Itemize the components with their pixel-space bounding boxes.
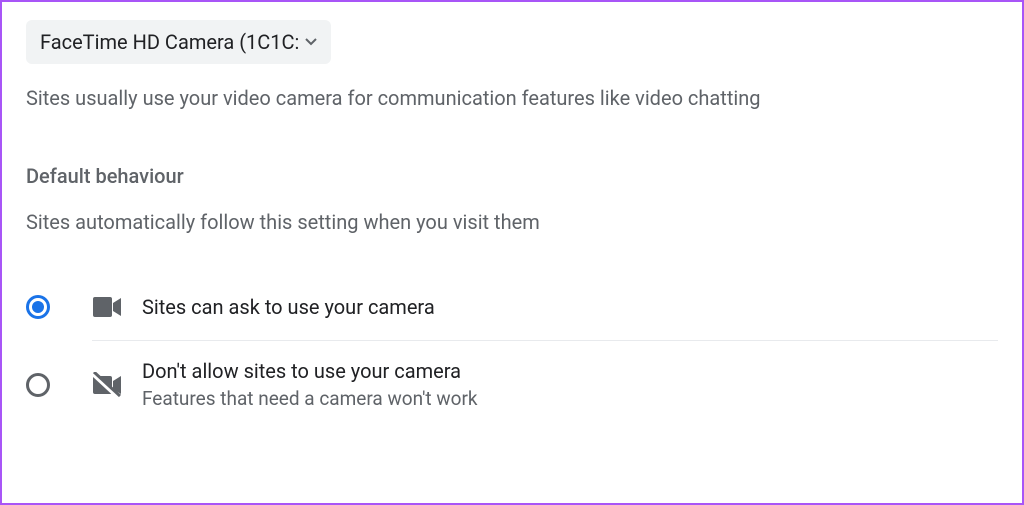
option-block-subtitle: Features that need a camera won't work xyxy=(142,387,478,410)
radio-unselected[interactable] xyxy=(26,373,50,397)
option-block-camera[interactable]: Don't allow sites to use your camera Fea… xyxy=(26,341,998,428)
videocam-off-icon xyxy=(92,370,122,400)
option-allow-content: Sites can ask to use your camera xyxy=(92,292,998,322)
radio-selected[interactable] xyxy=(26,295,50,319)
radio-options-group: Sites can ask to use your camera Don't a… xyxy=(26,274,998,428)
videocam-icon xyxy=(92,292,122,322)
camera-select-label: FaceTime HD Camera (1C1C: xyxy=(40,30,299,54)
default-behaviour-subtext: Sites automatically follow this setting … xyxy=(26,210,998,234)
chevron-down-icon xyxy=(305,38,317,46)
option-allow-title: Sites can ask to use your camera xyxy=(142,295,435,319)
option-allow-camera[interactable]: Sites can ask to use your camera xyxy=(26,274,998,340)
camera-select-dropdown[interactable]: FaceTime HD Camera (1C1C: xyxy=(26,20,331,64)
option-block-content: Don't allow sites to use your camera Fea… xyxy=(92,359,998,410)
camera-description: Sites usually use your video camera for … xyxy=(26,86,998,110)
option-block-title: Don't allow sites to use your camera xyxy=(142,359,478,383)
default-behaviour-heading: Default behaviour xyxy=(26,164,998,188)
